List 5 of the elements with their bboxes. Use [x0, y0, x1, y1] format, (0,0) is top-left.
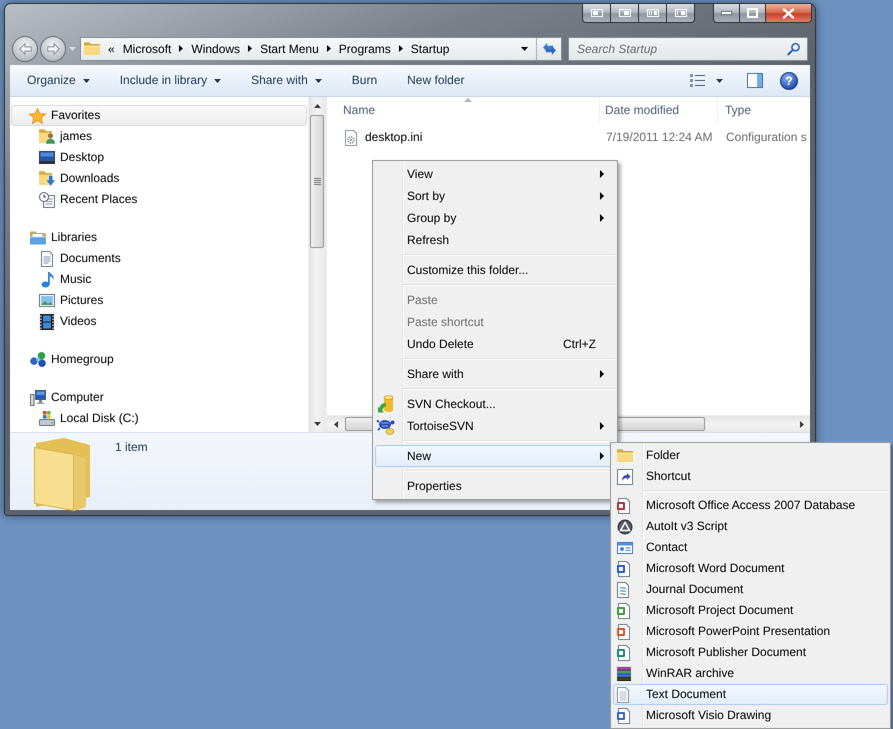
shortcut-text: Ctrl+Z — [563, 336, 596, 352]
file-type-text: Configuration s — [726, 130, 807, 144]
item-count-text: 1 item — [115, 440, 148, 454]
file-name: desktop.ini — [365, 130, 422, 145]
date-modified-text: 7/19/2011 12:24 AM — [606, 130, 713, 144]
